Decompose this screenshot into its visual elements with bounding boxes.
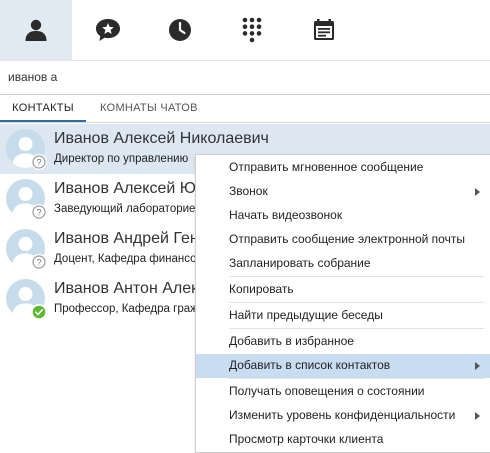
contact-name: Иванов Андрей Генн [54,230,208,247]
menu-item-change-privacy-level[interactable]: Изменить уровень конфиденциальности [196,404,490,428]
menu-item-add-to-favorites[interactable]: Добавить в избранное [196,330,490,354]
svg-text:?: ? [36,157,41,167]
meetings-tab-button[interactable] [288,0,360,60]
menu-item-call[interactable]: Звонок [196,180,490,204]
tab-contacts[interactable]: КОНТАКТЫ [0,95,86,122]
menu-item-send-im[interactable]: Отправить мгновенное сообщение [196,156,490,180]
contact-name: Иванов Алексей Юр [54,180,205,197]
tab-chat-rooms[interactable]: КОМНАТЫ ЧАТОВ [100,95,200,121]
menu-separator [229,302,484,303]
menu-item-label: Начать видеозвонок [229,208,343,222]
search-input[interactable] [8,68,478,86]
contact-title: Доцент, Кафедра финансо [54,253,197,265]
menu-item-schedule-meeting[interactable]: Запланировать собрание [196,252,490,276]
menu-item-find-previous-conversations[interactable]: Найти предыдущие беседы [196,304,490,328]
contact-title: Директор по управлению [54,153,189,165]
conversations-tab-button[interactable] [72,0,144,60]
contact-name: Иванов Алексей Николаевич [54,130,269,147]
svg-text:?: ? [36,257,41,267]
contacts-icon [25,19,47,41]
menu-item-status-notifications[interactable]: Получать оповещения о состоянии [196,380,490,404]
menu-item-copy[interactable]: Копировать [196,278,490,302]
menu-item-label: Звонок [229,184,268,198]
menu-item-label: Найти предыдущие беседы [229,308,383,322]
menu-item-send-email[interactable]: Отправить сообщение электронной почты [196,228,490,252]
menu-item-label: Копировать [229,282,294,296]
clock-icon [169,19,191,41]
presence-unknown-icon: ? [31,204,47,220]
tab-strip: КОНТАКТЫ КОМНАТЫ ЧАТОВ [0,95,490,123]
svg-text:?: ? [36,207,41,217]
menu-separator [229,378,484,379]
top-navigation-bar [0,0,490,61]
menu-item-label: Запланировать собрание [229,256,371,270]
submenu-arrow-icon [475,412,480,420]
menu-separator [229,276,484,277]
submenu-arrow-icon [475,188,480,196]
submenu-arrow-icon [475,362,480,370]
chat-star-icon [96,19,120,41]
dialpad-icon [242,17,262,43]
menu-item-view-contact-card[interactable]: Просмотр карточки клиента [196,428,490,452]
dialpad-tab-button[interactable] [216,0,288,60]
presence-available-icon [31,304,47,320]
contact-title: Профессор, Кафедра граж [54,303,198,315]
contact-context-menu: Отправить мгновенное сообщение Звонок На… [195,154,490,453]
menu-item-label: Добавить в список контактов [229,358,391,372]
menu-item-label: Получать оповещения о состоянии [229,384,425,398]
history-tab-button[interactable] [144,0,216,60]
menu-item-label: Отправить мгновенное сообщение [229,160,424,174]
search-box [0,60,490,95]
contact-name: Иванов Антон Алекс [54,280,207,297]
contacts-tab-button[interactable] [0,0,72,60]
menu-separator [229,328,484,329]
menu-item-label: Просмотр карточки клиента [229,432,384,446]
menu-item-start-video-call[interactable]: Начать видеозвонок [196,204,490,228]
presence-unknown-icon: ? [31,254,47,270]
menu-item-label: Отправить сообщение электронной почты [229,232,465,246]
contact-title: Заведующий лабораторие [54,203,196,215]
menu-item-add-to-contact-list[interactable]: Добавить в список контактов [196,354,490,378]
calendar-icon [314,19,334,40]
presence-unknown-icon: ? [31,154,47,170]
menu-item-label: Добавить в избранное [229,334,354,348]
menu-item-label: Изменить уровень конфиденциальности [229,408,456,422]
